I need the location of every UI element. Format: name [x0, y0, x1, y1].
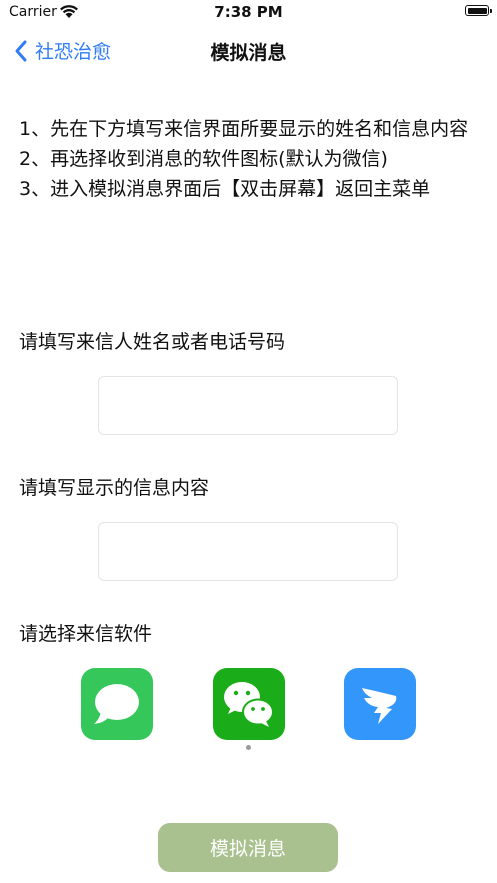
- battery-icon: [465, 5, 492, 16]
- wechat-app-option[interactable]: [213, 668, 285, 740]
- instructions: 1、先在下方填写来信界面所要显示的姓名和信息内容 2、再选择收到消息的软件图标(…: [19, 114, 481, 204]
- content-input[interactable]: [98, 522, 398, 581]
- dingtalk-app-option[interactable]: [344, 668, 416, 740]
- status-bar: Carrier 7:38 PM: [0, 0, 497, 26]
- name-input[interactable]: [98, 376, 398, 435]
- messages-icon: [94, 684, 139, 724]
- instruction-step-2: 2、再选择收到消息的软件图标(默认为微信): [19, 148, 388, 170]
- app-select-label: 请选择来信软件: [19, 623, 153, 645]
- name-field-label: 请填写来信人姓名或者电话号码: [19, 331, 286, 353]
- selected-indicator: [246, 745, 251, 750]
- messages-app-option[interactable]: [81, 668, 153, 740]
- instruction-step-3: 3、进入模拟消息界面后【双击屏幕】返回主菜单: [19, 178, 431, 200]
- dingtalk-icon: [362, 688, 397, 724]
- instruction-step-1: 1、先在下方填写来信界面所要显示的姓名和信息内容: [19, 118, 469, 140]
- content-field-label: 请填写显示的信息内容: [19, 477, 210, 499]
- simulate-message-button[interactable]: 模拟消息: [158, 823, 338, 872]
- clock: 7:38 PM: [214, 3, 283, 21]
- wechat-icon: [224, 682, 274, 727]
- page-title: 模拟消息: [210, 42, 287, 64]
- navigation-bar: 社恐治愈 模拟消息: [0, 28, 497, 72]
